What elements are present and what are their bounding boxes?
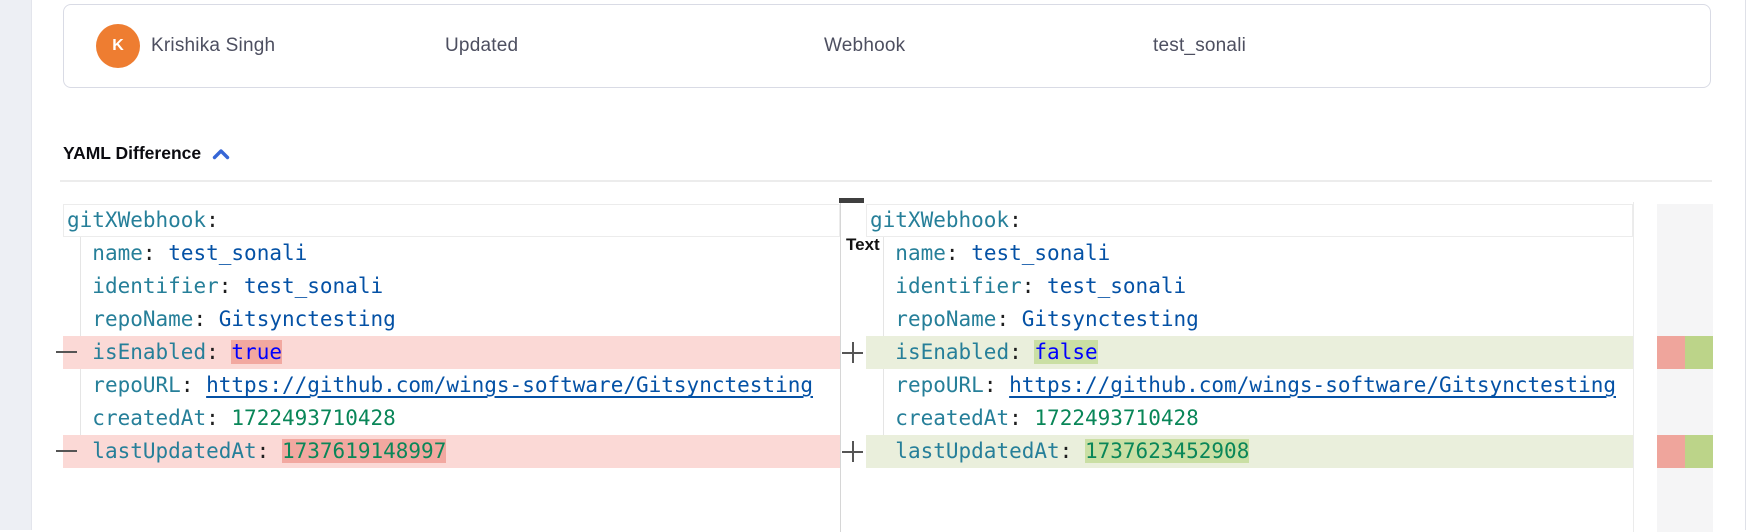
page-left-gutter	[0, 0, 32, 530]
code-line: gitXWebhook:	[866, 204, 1633, 237]
yaml-colon: :	[257, 439, 270, 463]
audit-user-name: Krishika Singh	[151, 5, 275, 87]
code-line: name: test_sonali	[866, 237, 1633, 270]
yaml-value: test_sonali	[244, 274, 383, 298]
ruler-added-marker	[1685, 435, 1713, 468]
yaml-colon: :	[193, 307, 206, 331]
yaml-difference-title: YAML Difference	[63, 143, 201, 164]
yaml-key: name	[92, 241, 143, 265]
yaml-value-link[interactable]: https://github.com/wings-software/Gitsyn…	[1009, 373, 1616, 397]
yaml-key: identifier	[92, 274, 218, 298]
code-line: createdAt: 1722493710428	[866, 402, 1633, 435]
avatar-initial: K	[112, 37, 124, 55]
yaml-value: 1737619148997	[282, 439, 446, 463]
code-line: repoURL: https://github.com/wings-softwa…	[866, 369, 1633, 402]
yaml-colon: :	[1022, 274, 1035, 298]
ruler-removed-marker	[1657, 435, 1685, 468]
added-line-marker-icon	[842, 441, 863, 462]
diff-right-editor[interactable]: gitXWebhook: name: test_sonali identifie…	[866, 204, 1633, 468]
yaml-colon: :	[206, 340, 219, 364]
yaml-colon: :	[181, 373, 194, 397]
code-line: name: test_sonali	[63, 237, 840, 270]
removed-line-marker-icon	[56, 450, 77, 452]
yaml-diff-viewer: gitXWebhook: name: test_sonali identifie…	[60, 180, 1712, 532]
right-editor-edge	[1633, 202, 1634, 532]
yaml-colon: :	[206, 208, 219, 232]
yaml-difference-toggle[interactable]: YAML Difference	[63, 143, 230, 164]
yaml-colon: :	[219, 274, 232, 298]
yaml-key: repoURL	[92, 373, 181, 397]
code-line: repoName: Gitsynctesting	[63, 303, 840, 336]
yaml-key: name	[895, 241, 946, 265]
code-line: lastUpdatedAt: 1737619148997	[63, 435, 840, 468]
yaml-key: repoName	[895, 307, 996, 331]
code-line: lastUpdatedAt: 1737623452908	[866, 435, 1633, 468]
yaml-colon: :	[143, 241, 156, 265]
yaml-colon: :	[984, 373, 997, 397]
yaml-key: identifier	[895, 274, 1021, 298]
yaml-key: createdAt	[895, 406, 1009, 430]
ruler-removed-marker	[1657, 336, 1685, 369]
yaml-key: lastUpdatedAt	[92, 439, 256, 463]
code-line: identifier: test_sonali	[866, 270, 1633, 303]
yaml-key: isEnabled	[895, 340, 1009, 364]
yaml-colon: :	[946, 241, 959, 265]
added-line-marker-icon	[842, 342, 863, 363]
yaml-key: repoName	[92, 307, 193, 331]
code-line: gitXWebhook:	[63, 204, 840, 237]
ruler-added-marker	[1685, 336, 1713, 369]
yaml-colon: :	[1009, 208, 1022, 232]
yaml-value: true	[231, 340, 282, 364]
audit-resource-type: Webhook	[824, 5, 905, 87]
yaml-value: 1722493710428	[1034, 406, 1198, 430]
yaml-colon: :	[996, 307, 1009, 331]
code-line: isEnabled: false	[866, 336, 1633, 369]
yaml-colon: :	[1009, 340, 1022, 364]
code-line: createdAt: 1722493710428	[63, 402, 840, 435]
code-line: isEnabled: true	[63, 336, 840, 369]
yaml-key: gitXWebhook	[67, 208, 206, 232]
yaml-value: test_sonali	[1047, 274, 1186, 298]
yaml-value: Gitsynctesting	[219, 307, 396, 331]
yaml-value: 1737623452908	[1085, 439, 1249, 463]
yaml-colon: :	[1009, 406, 1022, 430]
yaml-key: repoURL	[895, 373, 984, 397]
chevron-up-icon[interactable]	[212, 148, 230, 160]
sash-handle-icon[interactable]	[839, 198, 864, 203]
yaml-value: 1722493710428	[231, 406, 395, 430]
audit-resource-name: test_sonali	[1153, 5, 1246, 87]
code-line: repoName: Gitsynctesting	[866, 303, 1633, 336]
overview-ruler[interactable]	[1657, 204, 1713, 532]
yaml-key: isEnabled	[92, 340, 206, 364]
diff-divider-label: Text	[846, 235, 880, 255]
code-line: repoURL: https://github.com/wings-softwa…	[63, 369, 840, 402]
avatar: K	[96, 24, 140, 68]
yaml-value: test_sonali	[168, 241, 307, 265]
yaml-colon: :	[1060, 439, 1073, 463]
audit-action: Updated	[445, 5, 518, 87]
yaml-value: false	[1034, 340, 1097, 364]
yaml-key: createdAt	[92, 406, 206, 430]
yaml-value: test_sonali	[971, 241, 1110, 265]
audit-event-row[interactable]: K Krishika Singh Updated Webhook test_so…	[63, 4, 1711, 88]
page-right-border	[1745, 0, 1746, 530]
yaml-key: lastUpdatedAt	[895, 439, 1059, 463]
removed-line-marker-icon	[56, 351, 77, 353]
diff-splitter-sash[interactable]	[840, 202, 841, 532]
yaml-value-link[interactable]: https://github.com/wings-software/Gitsyn…	[206, 373, 813, 397]
code-line: identifier: test_sonali	[63, 270, 840, 303]
yaml-key: gitXWebhook	[870, 208, 1009, 232]
diff-left-editor[interactable]: gitXWebhook: name: test_sonali identifie…	[63, 204, 840, 468]
yaml-value: Gitsynctesting	[1022, 307, 1199, 331]
yaml-colon: :	[206, 406, 219, 430]
